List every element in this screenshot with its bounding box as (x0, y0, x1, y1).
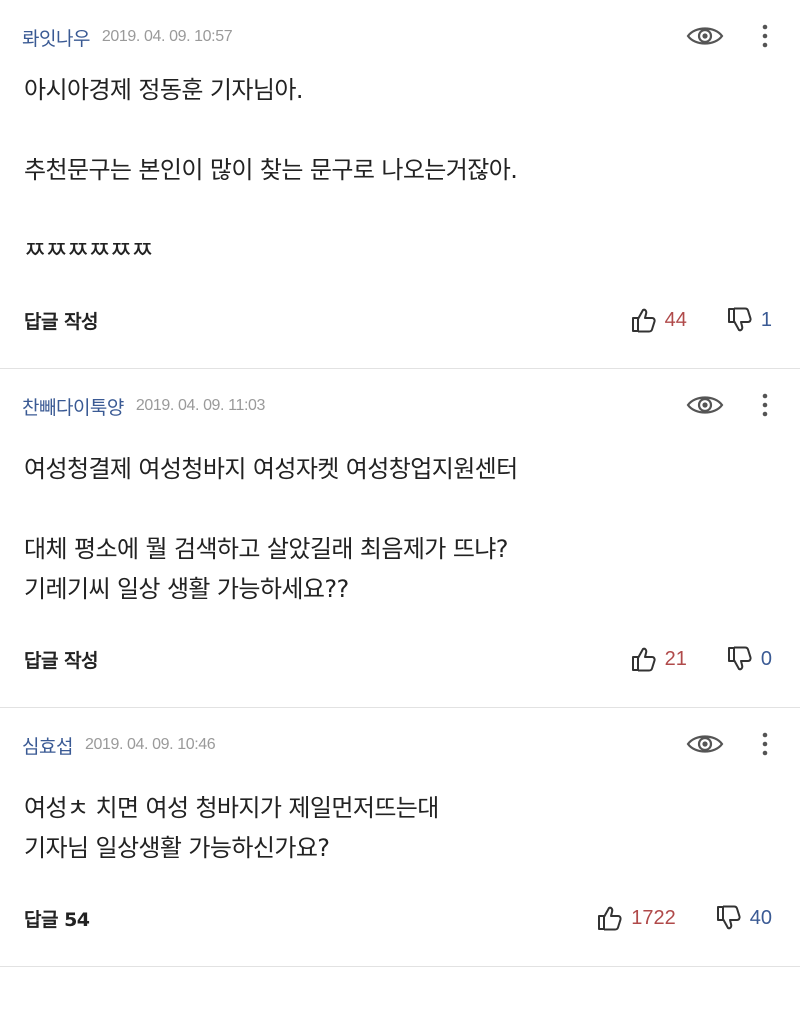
comment-body: 여성청결제 여성청바지 여성자켓 여성창업지원센터 대체 평소에 뭘 검색하고 … (24, 449, 518, 609)
dislike-count: 1 (760, 308, 772, 331)
comment-item: 롸잇나우 2019. 04. 09. 10:57 아시아경제 정동훈 기자님아.… (0, 0, 800, 368)
dislike-button[interactable]: 1 (725, 305, 772, 335)
comment-text-line: 기자님 일상생활 가능하신가요? (24, 834, 330, 862)
comment-text-line: 기레기씨 일상 생활 가능하세요?? (24, 575, 349, 603)
comment-text-line: 여성ㅊ 치면 여성 청바지가 제일먼저뜨는대 (24, 794, 439, 822)
comment-footer: 답글 작성 21 0 (24, 641, 772, 677)
thumbs-up-icon (598, 906, 622, 931)
eye-icon[interactable] (686, 732, 724, 756)
comment-footer: 답글 작성 44 1 (24, 302, 772, 338)
comment-item: 심효섭 2019. 04. 09. 10:46 여성ㅊ 치면 여성 청바지가 제… (0, 708, 800, 968)
dislike-button[interactable]: 0 (725, 644, 772, 674)
dislike-count: 0 (760, 647, 772, 670)
comment-text-line: 아시아경제 정동훈 기자님아. (24, 76, 303, 104)
vote-group: 21 0 (629, 644, 772, 674)
like-button[interactable]: 21 (629, 644, 687, 674)
dislike-button[interactable]: 40 (714, 903, 772, 933)
comment-body: 아시아경제 정동훈 기자님아. 추천문구는 본인이 많이 찾는 문구로 나오는거… (24, 70, 518, 270)
comment-header: 찬빼다이툭양 2019. 04. 09. 11:03 (22, 391, 265, 421)
thumbs-up-icon (631, 308, 656, 333)
like-button[interactable]: 1722 (595, 903, 676, 933)
more-vertical-icon[interactable] (758, 391, 772, 419)
reply-button[interactable]: 답글 작성 (24, 646, 99, 673)
comment-text-line: 대체 평소에 뭘 검색하고 살았길래 최음제가 뜨냐? (24, 535, 509, 563)
comment-date: 2019. 04. 09. 10:46 (84, 736, 216, 753)
comment-body: 여성ㅊ 치면 여성 청바지가 제일먼저뜨는대 기자님 일상생활 가능하신가요? (24, 788, 439, 868)
vote-group: 44 1 (629, 305, 772, 335)
comment-text-line: 여성청결제 여성청바지 여성자켓 여성창업지원센터 (24, 455, 518, 483)
divider (0, 966, 800, 967)
like-count: 1722 (631, 906, 676, 929)
eye-icon[interactable] (686, 24, 724, 48)
thumbs-up-icon (631, 647, 656, 672)
comment-item: 찬빼다이툭양 2019. 04. 09. 11:03 여성청결제 여성청바지 여… (0, 369, 800, 707)
comment-text-line: 추천문구는 본인이 많이 찾는 문구로 나오는거잖아. (24, 156, 518, 184)
more-vertical-icon[interactable] (758, 22, 772, 50)
comment-author[interactable]: 심효섭 (22, 732, 73, 759)
comment-header: 롸잇나우 2019. 04. 09. 10:57 (22, 22, 233, 52)
thumbs-down-icon (727, 646, 752, 671)
like-button[interactable]: 44 (629, 305, 687, 335)
comment-footer: 답글 54 1722 40 (24, 900, 772, 936)
dislike-count: 40 (749, 906, 772, 929)
more-vertical-icon[interactable] (758, 730, 772, 758)
eye-icon[interactable] (686, 393, 724, 417)
thumbs-down-icon (716, 905, 741, 930)
comment-header: 심효섭 2019. 04. 09. 10:46 (22, 730, 216, 760)
comment-date: 2019. 04. 09. 11:03 (135, 397, 266, 414)
vote-group: 1722 40 (595, 903, 772, 933)
thumbs-down-icon (727, 307, 752, 332)
like-count: 21 (664, 647, 687, 670)
comment-author[interactable]: 찬빼다이툭양 (22, 393, 124, 420)
like-count: 44 (664, 308, 687, 331)
reply-button[interactable]: 답글 작성 (24, 307, 99, 334)
comment-date: 2019. 04. 09. 10:57 (101, 28, 233, 45)
reply-button[interactable]: 답글 54 (24, 905, 90, 932)
comment-author[interactable]: 롸잇나우 (22, 24, 90, 51)
comment-text-line: ㅉㅉㅉㅉㅉㅉ (24, 236, 153, 264)
